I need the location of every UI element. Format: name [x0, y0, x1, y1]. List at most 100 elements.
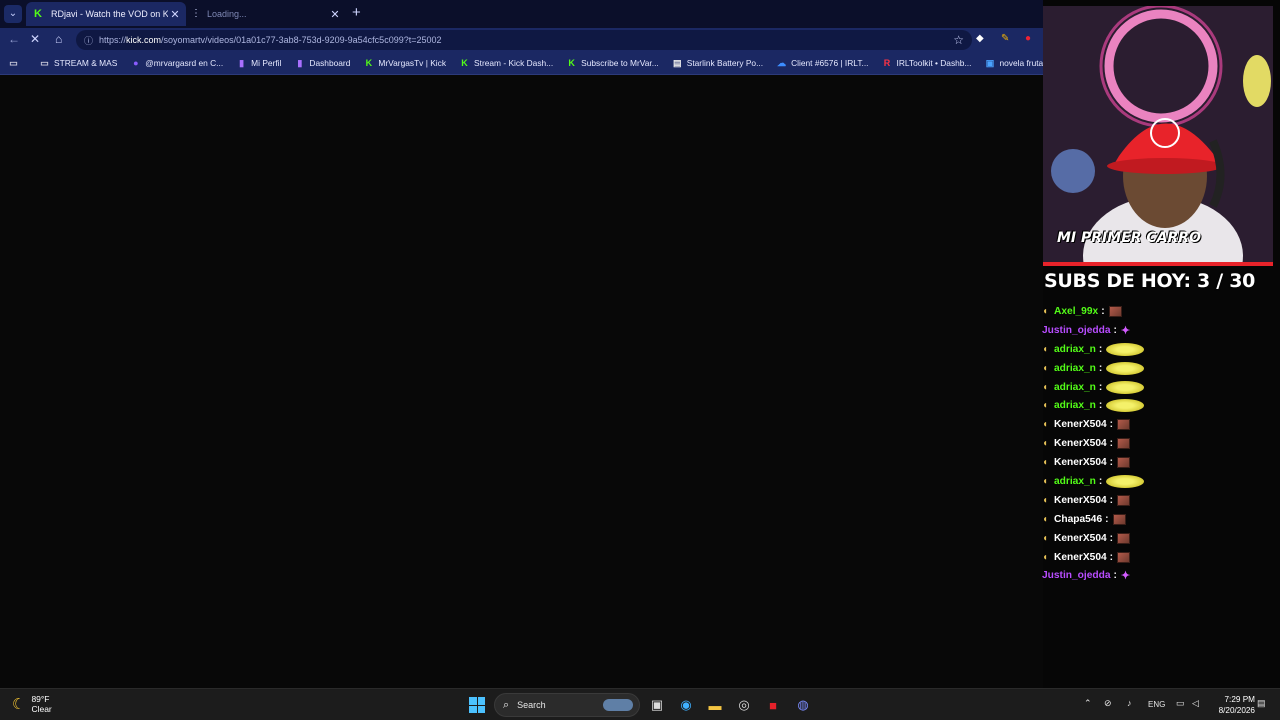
task-view-icon[interactable]: ▣ — [647, 695, 667, 715]
record-extension-icon[interactable]: ● — [1025, 33, 1031, 44]
back-icon[interactable]: ← — [8, 32, 20, 46]
clock-time: 7:29 PM — [1224, 695, 1256, 704]
favorite-star-icon[interactable]: ☆ — [953, 33, 964, 47]
webcam-banner: MI PRIMER CARRO — [1057, 230, 1201, 246]
kick-icon: K — [34, 7, 42, 20]
twitch-icon: ▮ — [239, 57, 245, 68]
bookmark-item[interactable]: ☁ Client #6576 | IRLT... — [776, 58, 868, 69]
brown-emote-icon — [1117, 419, 1131, 431]
search-icon: ⌕ — [503, 698, 510, 711]
url-path: /soyomartv/videos/01a01c77-3ab8-753d-920… — [161, 35, 442, 45]
chat-separator: : — [1098, 381, 1103, 393]
bookmarks-bar: ▭ ▭ STREAM & MAS ● @mrvargasrd en C... ▮ Mi… — [0, 52, 1043, 75]
brown-emote-icon — [1112, 513, 1126, 525]
weather-widget[interactable]: ☾ 89°F Clear — [12, 694, 52, 714]
taskbar-search[interactable]: ⌕ Search — [494, 693, 640, 717]
chat-username: Axel_99x — [1054, 305, 1099, 317]
chat-separator: : — [1109, 532, 1114, 544]
bookmark-label: Dashboard — [309, 58, 351, 68]
tray-overflow-icon[interactable]: ⌃ — [1084, 698, 1092, 709]
chat-message: ◖ Chapa546: — [1042, 510, 1272, 529]
file-explorer-icon[interactable]: ▬ — [705, 695, 725, 715]
stop-loading-icon[interactable]: ✕ — [30, 32, 40, 46]
close-tab-icon[interactable]: ✕ — [328, 8, 342, 21]
bookmark-item[interactable]: ▮ Mi Perfil — [236, 58, 281, 69]
app-icon[interactable]: ◎ — [734, 695, 754, 715]
edge-browser-icon[interactable]: ◉ — [676, 695, 696, 715]
bookmark-item[interactable]: ● @mrvargasrd en C... — [130, 58, 223, 69]
chat-overlay: ◖ Axel_99x: Justin_ojedda: ✦ ◖ adriax_n: ◖ adri… — [1042, 302, 1272, 585]
extension-icon[interactable]: ◆ — [976, 33, 984, 44]
chat-message: ◖ KenerX504: — [1042, 491, 1272, 510]
bookmark-item[interactable]: ▣ novela frutas — [984, 58, 1043, 69]
page-icon: ▤ — [672, 57, 682, 68]
browser-window: ⌄ K RDjavi - Watch the VOD on Kick ✕ ⋮ L… — [0, 0, 1043, 688]
bookmark-item[interactable]: K MrVargasTv | Kick — [363, 58, 446, 69]
wifi-icon[interactable]: ▭ — [1176, 698, 1185, 709]
reading-list-icon[interactable]: ▭ — [8, 58, 23, 69]
bookmark-label: IRLToolkit • Dashb... — [896, 58, 972, 68]
chat-separator: : — [1109, 419, 1114, 431]
url-prefix: https:// — [99, 35, 127, 45]
yellow-emote-icon — [1106, 361, 1145, 375]
notification-icon[interactable]: ▤ — [1257, 698, 1266, 709]
red-app-icon[interactable]: ■ — [763, 695, 783, 715]
subs-goal-label: SUBS DE HOY: 3 / 30 — [1044, 270, 1256, 292]
bookmark-item[interactable]: R IRLToolkit • Dashb... — [882, 58, 972, 69]
moon-badge-icon: ◖ — [1042, 400, 1049, 412]
pen-extension-icon[interactable]: ✎ — [1001, 33, 1009, 44]
site-info-icon[interactable]: ⓘ — [84, 34, 93, 47]
moon-badge-icon: ◖ — [1042, 381, 1049, 393]
start-button[interactable] — [469, 697, 485, 713]
system-clock[interactable]: 7:29 PM 8/20/2026 — [1210, 694, 1255, 716]
moon-badge-icon: ◖ — [1042, 305, 1049, 317]
moon-badge-icon: ◖ — [1042, 475, 1049, 487]
new-tab-button[interactable]: + — [352, 4, 361, 21]
chat-message: ◖ Axel_99x: — [1042, 302, 1272, 321]
clock-date: 8/20/2026 — [1218, 706, 1255, 715]
irl-icon: R — [883, 57, 891, 68]
brown-emote-icon — [1117, 494, 1131, 506]
close-tab-icon[interactable]: ✕ — [168, 8, 182, 21]
chat-message: ◖ adriax_n: — [1042, 396, 1272, 415]
search-label: Search — [517, 700, 546, 710]
volume-icon[interactable]: ◁ — [1192, 698, 1199, 709]
chat-separator: : — [1098, 475, 1103, 487]
bookmark-item[interactable]: ▮ Dashboard — [294, 58, 350, 69]
chat-username: adriax_n — [1054, 475, 1096, 487]
bookmark-item[interactable]: K Stream - Kick Dash... — [459, 58, 553, 69]
chat-username: KenerX504 — [1054, 532, 1107, 544]
kick-icon: K — [568, 57, 575, 68]
twitch-icon: ▮ — [297, 57, 303, 68]
weather-temp: 89°F — [31, 694, 50, 704]
chat-message: ◖ adriax_n: — [1042, 378, 1272, 397]
bookmark-item[interactable]: K Subscribe to MrVar... — [566, 57, 658, 69]
language-indicator[interactable]: ENG — [1148, 700, 1165, 709]
bookmark-label: Stream - Kick Dash... — [474, 58, 554, 68]
chat-username: KenerX504 — [1054, 494, 1107, 506]
brown-emote-icon — [1117, 532, 1131, 544]
yellow-emote-icon — [1106, 380, 1145, 394]
moon-icon: ☾ — [12, 696, 26, 713]
bookmark-item[interactable]: ▭ STREAM & MAS — [39, 58, 117, 69]
home-icon[interactable]: ⌂ — [55, 32, 62, 46]
chat-message: ◖ KenerX504: — [1042, 548, 1272, 567]
bookmark-label: MrVargasTv | Kick — [378, 58, 447, 68]
tab-actions-menu[interactable]: ⌄ — [4, 5, 22, 23]
tab-kick-vod[interactable]: K RDjavi - Watch the VOD on Kick ✕ — [26, 2, 186, 26]
network-icon[interactable]: ⊘ — [1104, 698, 1112, 709]
address-bar[interactable]: ⓘ https://kick.com/soyomartv/videos/01a0… — [76, 30, 972, 50]
chat-message: ◖ KenerX504: — [1042, 415, 1272, 434]
discord-icon[interactable]: ◍ — [793, 695, 813, 715]
bookmark-item[interactable]: ▤ Starlink Battery Po... — [672, 58, 763, 69]
chat-separator: : — [1109, 551, 1114, 563]
browser-toolbar: ← ✕ ⌂ ⓘ https://kick.com/soyomartv/video… — [0, 28, 1043, 52]
microphone-icon[interactable]: ♪ — [1127, 698, 1132, 708]
bookmark-label: Starlink Battery Po... — [686, 58, 764, 68]
chat-separator: : — [1105, 513, 1109, 525]
chat-message: ◖ adriax_n: — [1042, 359, 1272, 378]
tab-loading[interactable]: Loading... ✕ — [196, 2, 346, 26]
chat-message: ◖ KenerX504: — [1042, 529, 1272, 548]
chat-message: ◖ adriax_n: — [1042, 340, 1272, 359]
chat-separator: : — [1113, 324, 1117, 336]
